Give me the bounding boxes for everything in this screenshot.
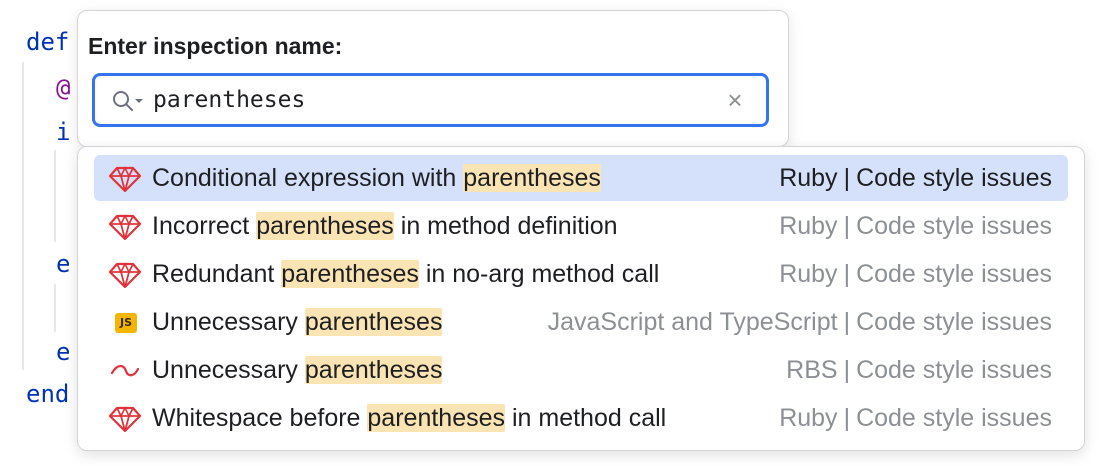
result-group: Code style issues xyxy=(856,212,1052,240)
clear-icon[interactable]: × xyxy=(724,87,746,113)
result-language: RBS xyxy=(786,356,838,384)
popup-title: Enter inspection name: xyxy=(88,33,343,59)
result-language: Ruby xyxy=(779,404,838,432)
match-highlight: parentheses xyxy=(304,356,443,384)
indent-guide xyxy=(22,62,24,370)
result-name-prefix: Redundant xyxy=(152,260,282,288)
match-highlight: parentheses xyxy=(256,212,394,240)
code-keyword-end: e xyxy=(56,338,71,366)
result-name: Unnecessary parentheses xyxy=(152,356,443,385)
code-keyword-if: i xyxy=(56,118,71,146)
category-separator: | xyxy=(843,260,851,288)
result-group: Code style issues xyxy=(856,356,1052,384)
result-item[interactable]: Whitespace before parentheses in method … xyxy=(94,395,1068,441)
result-item[interactable]: Conditional expression with parentheses R… xyxy=(94,155,1068,201)
result-name: Redundant parentheses in no-arg method c… xyxy=(152,260,659,289)
javascript-icon: JS xyxy=(115,313,137,333)
result-name-suffix: in method call xyxy=(505,404,667,432)
indent-guide xyxy=(54,284,56,332)
result-category: JavaScript and TypeScript | Code style iss… xyxy=(548,308,1052,337)
result-category: Ruby | Code style issues xyxy=(779,212,1052,241)
result-item[interactable]: Unnecessary parentheses RBS | Code style is… xyxy=(94,347,1068,393)
result-category: RBS | Code style issues xyxy=(786,356,1052,385)
result-name-prefix: Unnecessary xyxy=(152,356,305,384)
code-keyword-end: end xyxy=(26,380,70,408)
indent-guide xyxy=(54,150,56,242)
code-keyword-def: def xyxy=(26,28,70,56)
inspection-search-popup: Enter inspection name: × xyxy=(77,10,789,147)
results-list: Conditional expression with parentheses R… xyxy=(77,146,1085,451)
search-icon[interactable] xyxy=(111,89,145,113)
ruby-icon xyxy=(108,261,142,289)
search-field[interactable]: × xyxy=(92,73,769,127)
result-group: Code style issues xyxy=(856,164,1052,192)
match-highlight: parentheses xyxy=(463,164,601,192)
rbs-icon xyxy=(108,357,142,385)
result-item[interactable]: Incorrect parentheses in method definiti… xyxy=(94,203,1068,249)
result-name: Unnecessary parentheses xyxy=(152,308,443,337)
category-separator: | xyxy=(843,308,851,336)
category-separator: | xyxy=(843,212,851,240)
match-highlight: parentheses xyxy=(367,404,506,432)
result-name: Whitespace before parentheses in method … xyxy=(152,404,666,433)
result-language: Ruby xyxy=(779,212,838,240)
result-name-suffix: in no-arg method call xyxy=(418,260,660,288)
match-highlight: parentheses xyxy=(304,308,443,336)
result-category: Ruby | Code style issues xyxy=(779,260,1052,289)
result-name-prefix: Unnecessary xyxy=(152,308,305,336)
result-category: Ruby | Code style issues xyxy=(779,164,1052,193)
match-highlight: parentheses xyxy=(281,260,419,288)
result-language: Ruby xyxy=(779,164,838,192)
category-separator: | xyxy=(843,164,851,192)
result-category: Ruby | Code style issues xyxy=(779,404,1052,433)
code-keyword-else: e xyxy=(56,250,71,278)
result-name-prefix: Incorrect xyxy=(152,212,257,240)
category-separator: | xyxy=(843,356,851,384)
ruby-icon xyxy=(108,405,142,433)
ruby-icon xyxy=(108,165,142,193)
result-name-prefix: Whitespace before xyxy=(152,404,368,432)
search-input[interactable] xyxy=(153,85,713,115)
category-separator: | xyxy=(843,404,851,432)
code-instance-variable: @ xyxy=(56,74,71,102)
result-name: Conditional expression with parentheses xyxy=(152,164,601,193)
result-name: Incorrect parentheses in method definiti… xyxy=(152,212,618,241)
ruby-icon xyxy=(108,213,142,241)
result-group: Code style issues xyxy=(856,260,1052,288)
result-name-prefix: Conditional expression with xyxy=(152,164,464,192)
result-item[interactable]: Redundant parentheses in no-arg method c… xyxy=(94,251,1068,297)
result-item[interactable]: JS Unnecessary parentheses JavaScript and … xyxy=(94,299,1068,345)
result-language: Ruby xyxy=(779,260,838,288)
result-group: Code style issues xyxy=(856,404,1052,432)
result-language: JavaScript and TypeScript xyxy=(547,308,838,336)
result-name-suffix: in method definition xyxy=(393,212,618,240)
result-group: Code style issues xyxy=(856,308,1052,336)
